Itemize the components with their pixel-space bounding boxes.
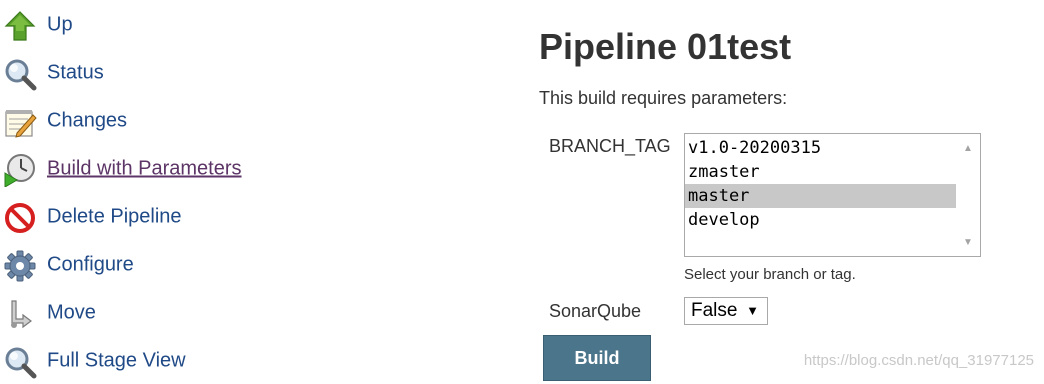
dropdown-arrow-icon: ▼ [746,303,759,318]
branch-tag-options: v1.0-20200315 zmaster master develop [685,134,957,232]
sidebar-item-label: Build with Parameters [47,157,242,180]
sidebar-item-move[interactable]: Move [0,293,290,333]
sidebar-item-label: Move [47,301,96,324]
build-parameters-panel: Pipeline 01test This build requires para… [539,0,1044,381]
sidebar-item-configure[interactable]: Configure [0,245,290,285]
sonarqube-label: SonarQube [549,301,642,321]
branch-tag-listbox[interactable]: v1.0-20200315 zmaster master develop ▲ ▼ [684,133,981,257]
gear-icon [3,249,37,283]
magnifier-icon [3,345,37,379]
scroll-down-arrow-icon[interactable]: ▼ [956,232,980,252]
sidebar-item-label: Changes [47,109,128,132]
sidebar-item-changes[interactable]: Changes [0,101,290,141]
sidebar-item-label: Up [47,13,73,36]
up-arrow-icon [3,9,37,43]
move-icon [3,297,37,331]
sidebar-item-label: Full Stage View [47,349,186,372]
scroll-up-arrow-icon[interactable]: ▲ [956,138,980,158]
sonarqube-select[interactable]: False ▼ [684,297,768,325]
build-button[interactable]: Build [543,335,651,381]
parameters-intro-text: This build requires parameters: [539,88,788,108]
branch-option-zmaster[interactable]: zmaster [685,160,957,184]
notepad-icon [3,105,37,139]
sidebar-item-label: Configure [47,253,134,276]
branch-tag-label: BRANCH_TAG [549,136,671,156]
no-entry-icon [3,201,37,235]
magnifier-icon [3,57,37,91]
branch-option-develop[interactable]: develop [685,208,957,232]
clock-play-icon [3,153,37,188]
sidebar-item-delete-pipeline[interactable]: Delete Pipeline [0,197,290,237]
sidebar-item-label: Delete Pipeline [47,205,182,228]
branch-tag-description: Select your branch or tag. [684,266,856,283]
page-title: Pipeline 01test [539,26,792,67]
branch-option-v1-0-20200315[interactable]: v1.0-20200315 [685,136,957,160]
sidebar-item-label: Status [47,61,104,84]
listbox-scrollbar[interactable]: ▲ ▼ [956,134,980,256]
sidebar-item-up[interactable]: Up [0,5,290,45]
watermark: https://blog.csdn.net/qq_31977125 [803,352,1034,369]
sidebar-item-status[interactable]: Status [0,53,290,93]
sonarqube-selected-value: False [691,300,738,321]
sidebar-item-build-with-parameters[interactable]: Build with Parameters [0,149,290,189]
sidebar-item-full-stage-view[interactable]: Full Stage View [0,341,290,381]
branch-option-master[interactable]: master [685,184,957,208]
